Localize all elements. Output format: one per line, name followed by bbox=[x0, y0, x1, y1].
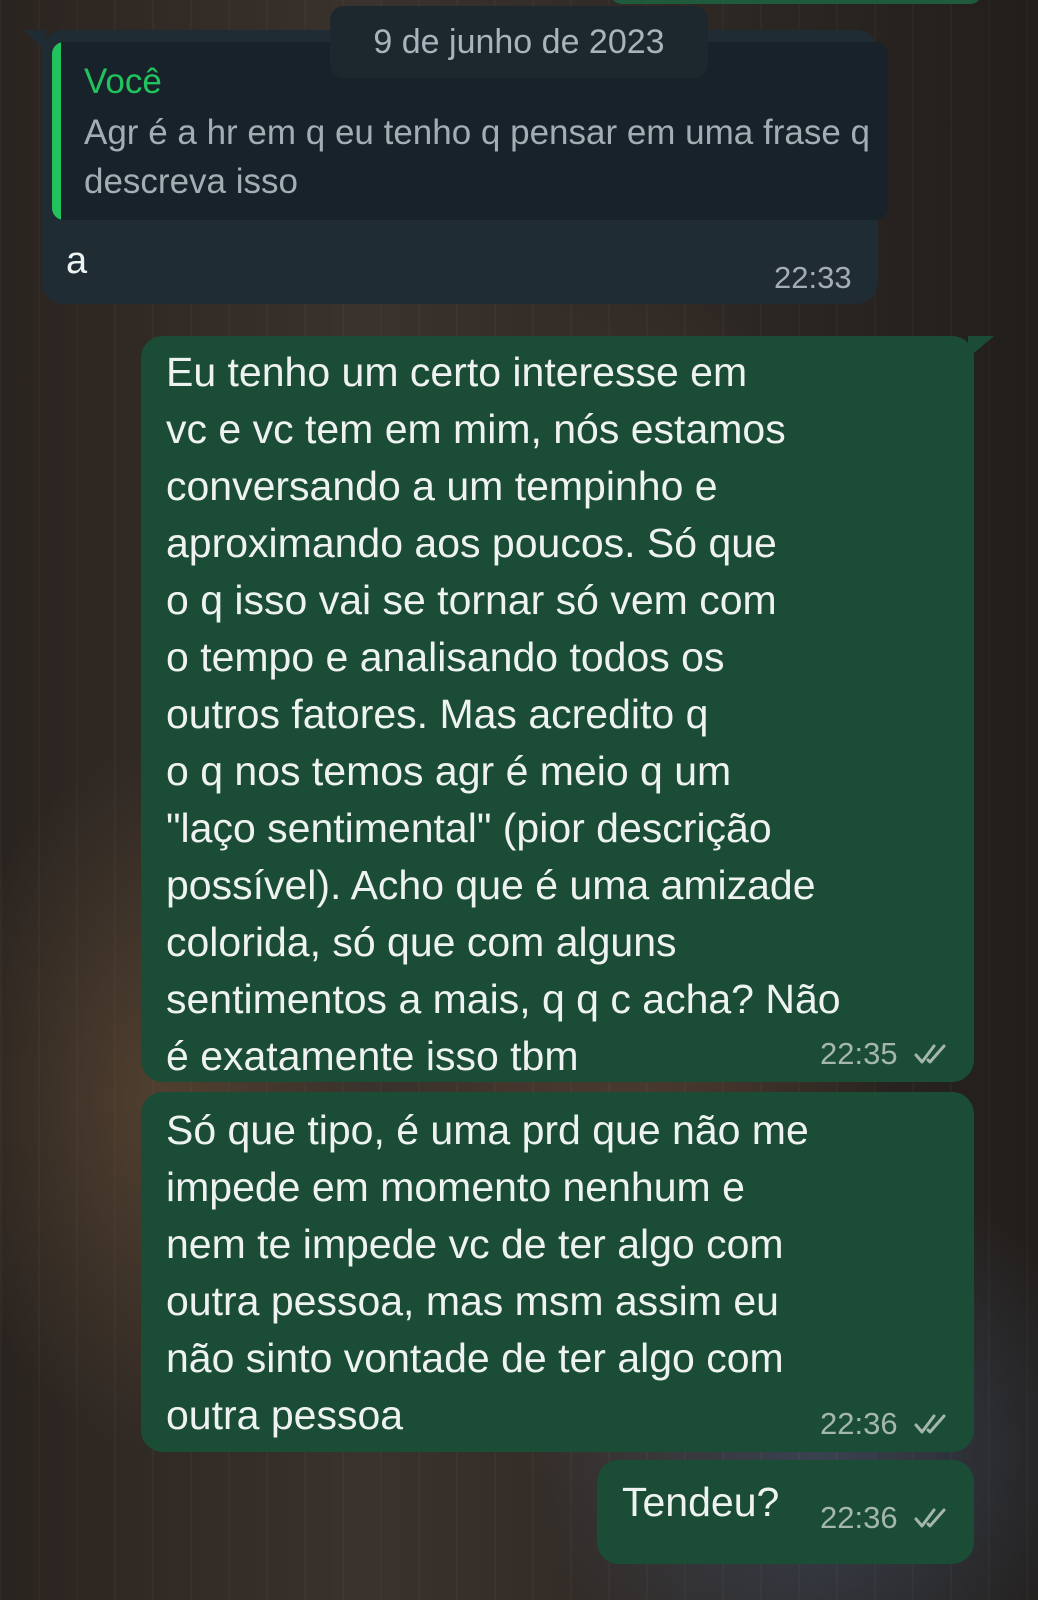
date-divider: 9 de junho de 2023 bbox=[330, 6, 708, 78]
previous-message-bubble-edge bbox=[610, 0, 982, 4]
quote-accent-bar bbox=[52, 42, 61, 220]
message-time: 22:36 bbox=[820, 1500, 898, 1535]
double-check-icon bbox=[914, 1508, 946, 1528]
bubble-tail bbox=[968, 336, 994, 358]
message-text: Tendeu? bbox=[622, 1479, 780, 1525]
bubble-tail bbox=[24, 30, 46, 52]
message-time: 22:33 bbox=[774, 260, 852, 295]
message-text: Eu tenho um certo interesse em vc e vc t… bbox=[166, 349, 841, 1079]
message-text: Só que tipo, é uma prd que não me impede… bbox=[166, 1107, 809, 1438]
quote-text: Agr é a hr em q eu tenho q pensar em uma… bbox=[84, 113, 870, 201]
message-time: 22:35 bbox=[820, 1036, 898, 1071]
double-check-icon bbox=[914, 1044, 946, 1064]
message-time: 22:36 bbox=[820, 1406, 898, 1441]
message-text: a bbox=[66, 240, 88, 282]
double-check-icon bbox=[914, 1414, 946, 1434]
quote-author: Você bbox=[84, 62, 162, 101]
